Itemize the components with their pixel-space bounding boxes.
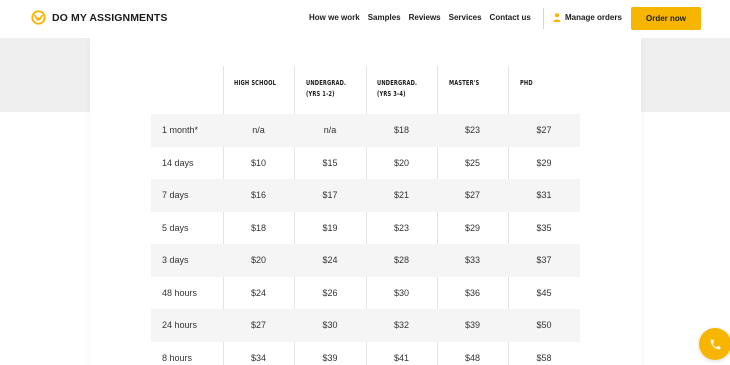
price-cell: $24 (322, 255, 338, 266)
price-cell: $10 (250, 157, 267, 168)
main-nav: How we work Samples Reviews Services Con… (309, 13, 531, 22)
deadline-label: 48 hours (162, 287, 198, 298)
phone-icon (710, 339, 720, 349)
nav-services[interactable]: Services (449, 13, 482, 22)
price-cell: $24 (250, 287, 267, 298)
price-cell: $39 (322, 352, 338, 363)
price-cell: $23 (393, 222, 410, 233)
deadline-label: 7 days (162, 190, 189, 201)
price-cell: $41 (393, 352, 410, 363)
user-icon (553, 13, 561, 22)
nav-reviews[interactable]: Reviews (409, 13, 441, 22)
price-cell: $19 (322, 222, 338, 233)
price-cell: $37 (536, 255, 552, 266)
col-header-phd: PHD (520, 79, 533, 87)
price-cell: $18 (250, 222, 267, 233)
price-cell: $35 (536, 222, 552, 233)
pricing-row: 14 days $10 $15 $20 $25 $29 (151, 147, 580, 180)
price-cell: $18 (393, 125, 410, 136)
price-cell: $30 (393, 287, 410, 298)
price-cell: n/a (252, 125, 265, 136)
price-cell: $27 (250, 320, 267, 331)
logo-icon (31, 10, 46, 25)
price-cell: $39 (464, 320, 481, 331)
nav-divider (543, 8, 544, 29)
pricing-row: 7 days $16 $17 $21 $27 $31 (151, 179, 580, 212)
deadline-label: 8 hours (162, 352, 193, 363)
price-cell: $33 (464, 255, 481, 266)
price-cell: $34 (250, 352, 267, 363)
price-cell: $50 (536, 320, 552, 331)
price-cell: $29 (536, 157, 552, 168)
price-cell: $58 (536, 352, 552, 363)
pricing-row: 24 hours $27 $30 $32 $39 $50 (151, 309, 580, 342)
price-cell: $27 (464, 190, 481, 201)
col-header-undergrad-3-4: UNDERGRAD. (YRS 3-4) (377, 79, 418, 98)
price-cell: $32 (393, 320, 410, 331)
price-cell: $36 (464, 287, 481, 298)
col-header-high-school: HIGH SCHOOL (234, 79, 277, 87)
price-cell: $31 (536, 190, 552, 201)
call-button[interactable] (699, 328, 730, 360)
deadline-label: 14 days (162, 157, 194, 168)
pricing-row: 1 month* n/a n/a $18 $23 $27 (151, 114, 580, 147)
deadline-label: 5 days (162, 222, 189, 233)
site-header: DO MY ASSIGNMENTS How we work Samples Re… (0, 0, 730, 38)
deadline-label: 24 hours (162, 320, 198, 331)
col-header-masters: MASTER'S (449, 79, 480, 87)
price-cell: $21 (393, 190, 410, 201)
brand-logo[interactable]: DO MY ASSIGNMENTS (31, 10, 167, 25)
price-cell: $29 (464, 222, 481, 233)
nav-contact-us[interactable]: Contact us (490, 13, 531, 22)
pricing-row: 3 days $20 $24 $28 $33 $37 (151, 244, 580, 277)
price-cell: $20 (393, 157, 410, 168)
price-cell: $15 (322, 157, 338, 168)
pricing-row: 8 hours $34 $39 $41 $48 $58 (151, 342, 580, 365)
price-cell: $25 (464, 157, 481, 168)
price-cell: n/a (323, 125, 337, 136)
brand-name: DO MY ASSIGNMENTS (52, 11, 168, 24)
col-header-undergrad-1-2: UNDERGRAD. (YRS 1-2) (306, 79, 347, 98)
price-cell: $20 (250, 255, 267, 266)
nav-how-we-work[interactable]: How we work (309, 13, 360, 22)
price-cell: $27 (536, 125, 552, 136)
pricing-row: 5 days $18 $19 $23 $29 $35 (151, 212, 580, 245)
price-cell: $26 (322, 287, 338, 298)
price-cell: $28 (393, 255, 410, 266)
price-cell: $45 (536, 287, 552, 298)
manage-orders-link[interactable]: Manage orders (553, 13, 622, 22)
price-cell: $17 (322, 190, 338, 201)
manage-orders-label: Manage orders (565, 13, 622, 22)
price-cell: $23 (464, 125, 481, 136)
pricing-row: 48 hours $24 $26 $30 $36 $45 (151, 277, 580, 310)
order-now-button[interactable]: Order now (631, 7, 701, 30)
nav-samples[interactable]: Samples (368, 13, 401, 22)
deadline-label: 3 days (162, 255, 189, 266)
price-cell: $30 (322, 320, 338, 331)
price-cell: $48 (464, 352, 481, 363)
price-cell: $16 (250, 190, 267, 201)
deadline-label: 1 month* (162, 125, 199, 136)
